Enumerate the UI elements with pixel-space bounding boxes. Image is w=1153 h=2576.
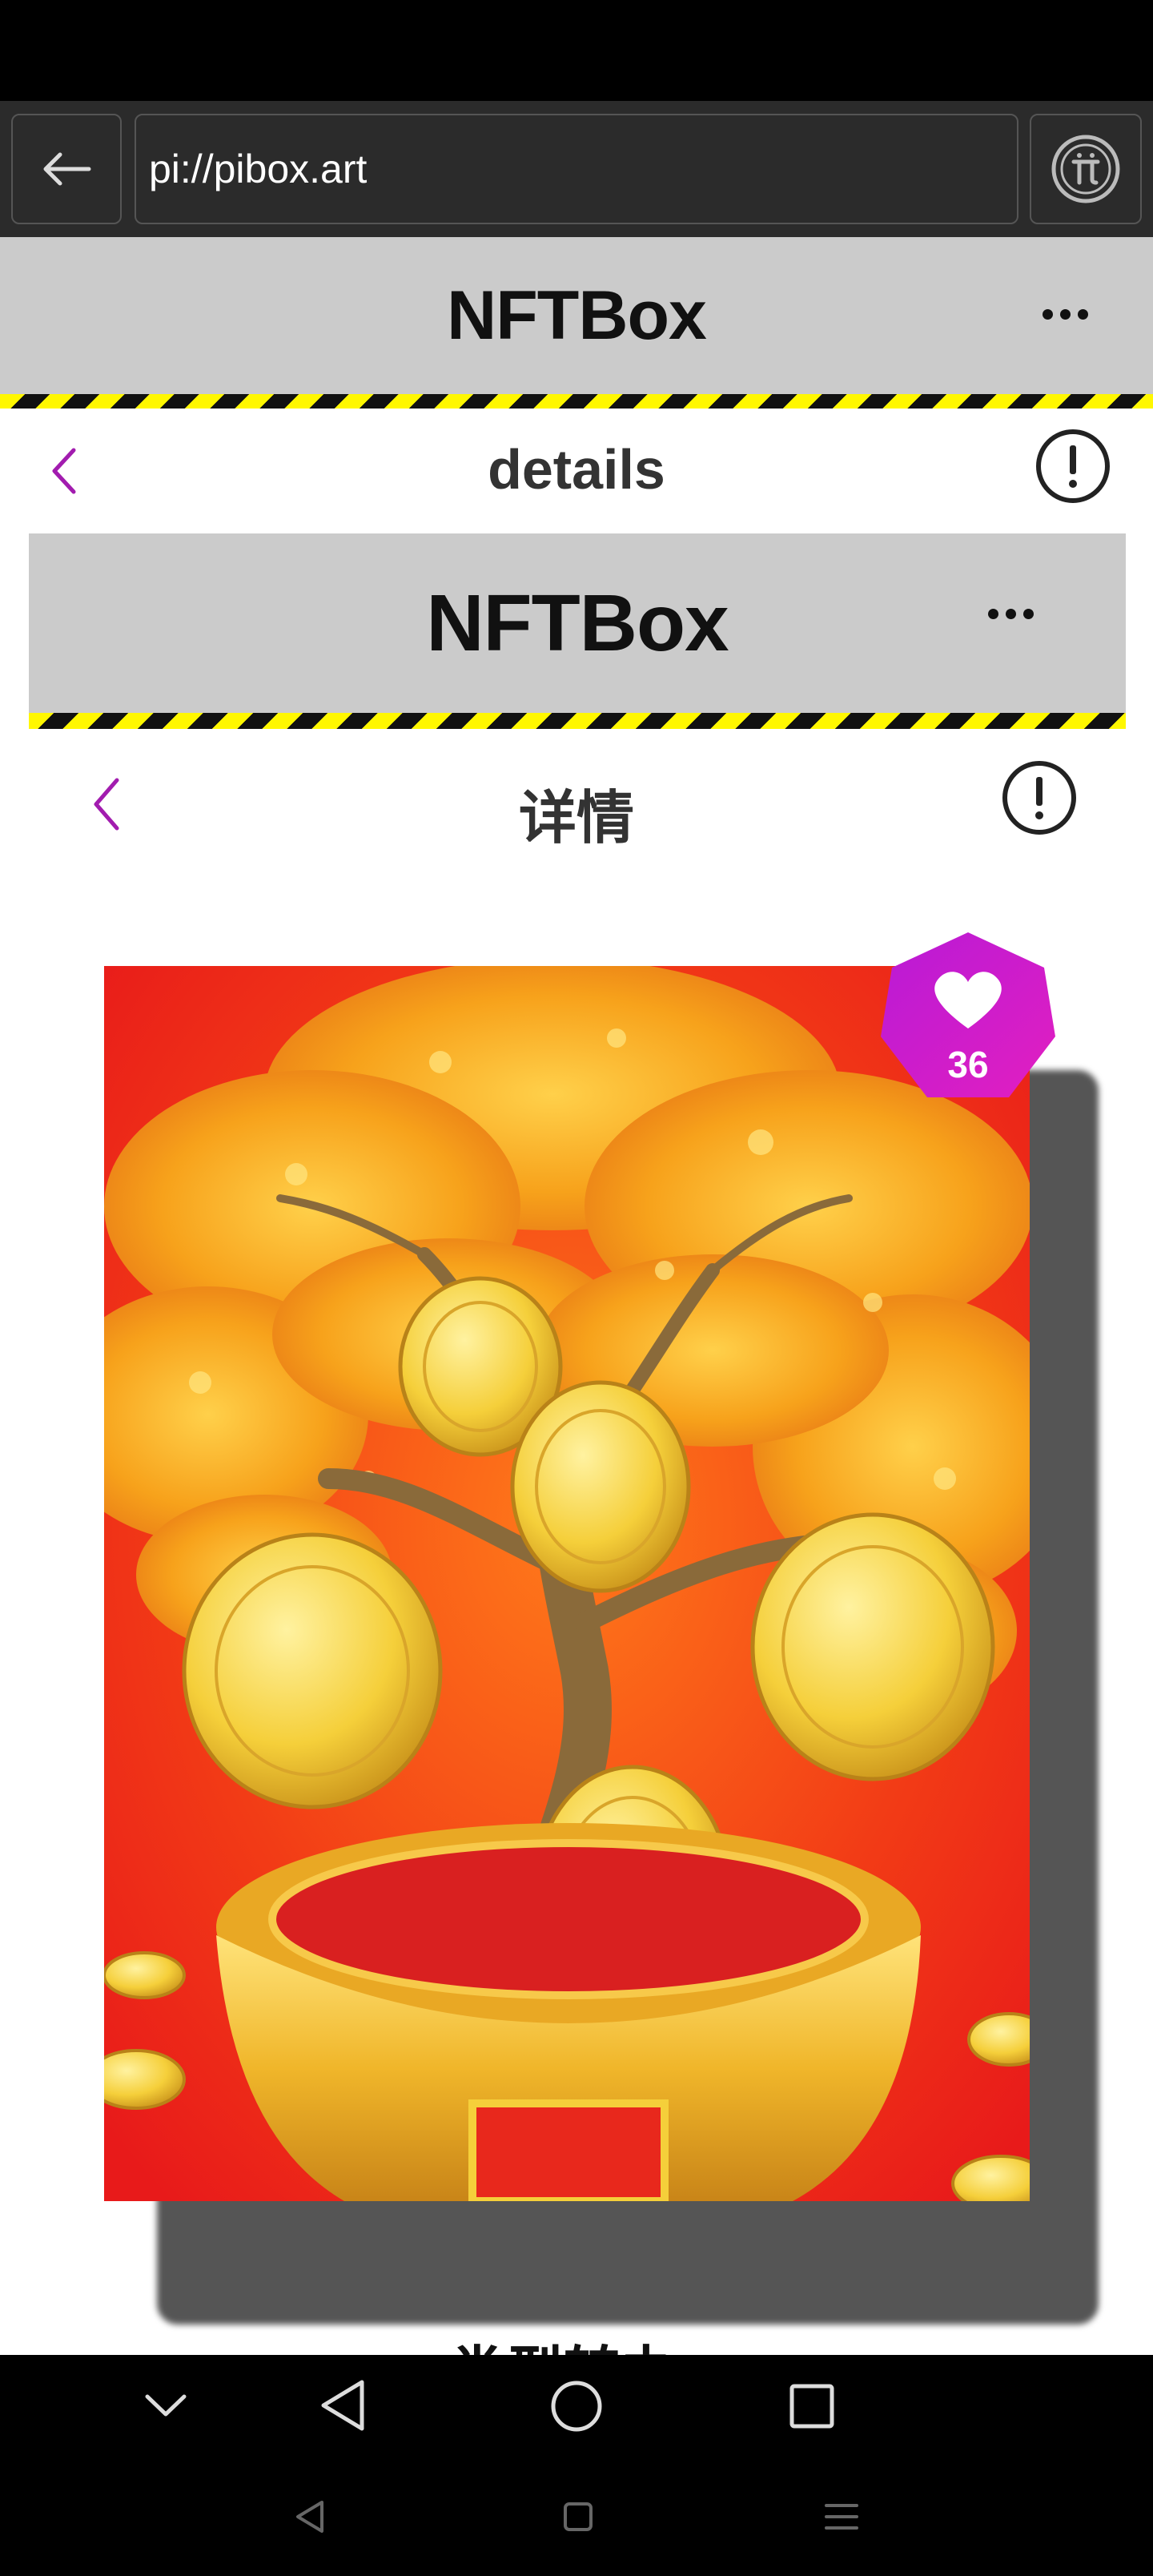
embedded-app-title: NFTBox: [426, 578, 729, 668]
browser-bottom-toolbar: [29, 2355, 1126, 2454]
triangle-back-icon[interactable]: [317, 2377, 368, 2433]
like-count: 36: [947, 1044, 989, 1085]
hazard-stripe: [29, 713, 1126, 729]
chevron-left-icon[interactable]: [48, 445, 80, 497]
back-arrow-icon: [43, 152, 91, 186]
triangle-back-icon[interactable]: [293, 2499, 327, 2534]
embedded-app-header: NFTBox: [29, 533, 1126, 713]
info-icon[interactable]: [1034, 428, 1111, 505]
chevron-left-icon[interactable]: [88, 775, 125, 833]
more-icon[interactable]: [988, 609, 1034, 619]
more-icon[interactable]: [1043, 309, 1088, 320]
web-page: NFTBox details NFTBox 详情 36: [0, 237, 1153, 2355]
info-icon[interactable]: [1001, 759, 1078, 836]
page-title: details: [488, 438, 665, 501]
section-heading: 类型转办: [448, 2342, 721, 2355]
system-navigation-bar: [0, 2454, 1153, 2576]
pi-wallet-button[interactable]: [1030, 114, 1142, 224]
app-header: NFTBox: [0, 237, 1153, 394]
hazard-stripe: [0, 394, 1153, 409]
browser-back-button[interactable]: [11, 114, 122, 224]
status-bar: [0, 0, 1153, 101]
circle-home-icon[interactable]: [549, 2379, 604, 2433]
browser-toolbar: pi://pibox.art: [0, 101, 1153, 237]
pi-icon: [1051, 135, 1120, 203]
url-field[interactable]: pi://pibox.art: [135, 114, 1018, 224]
chevron-down-icon[interactable]: [144, 2392, 187, 2419]
embedded-page-title: 详情: [518, 787, 634, 851]
nft-artwork-image[interactable]: [104, 966, 1030, 2201]
square-recents-icon[interactable]: [788, 2382, 836, 2430]
like-badge[interactable]: 36: [881, 932, 1055, 1109]
square-home-icon[interactable]: [562, 2501, 594, 2533]
menu-icon[interactable]: [823, 2501, 860, 2533]
app-title: NFTBox: [447, 276, 707, 354]
